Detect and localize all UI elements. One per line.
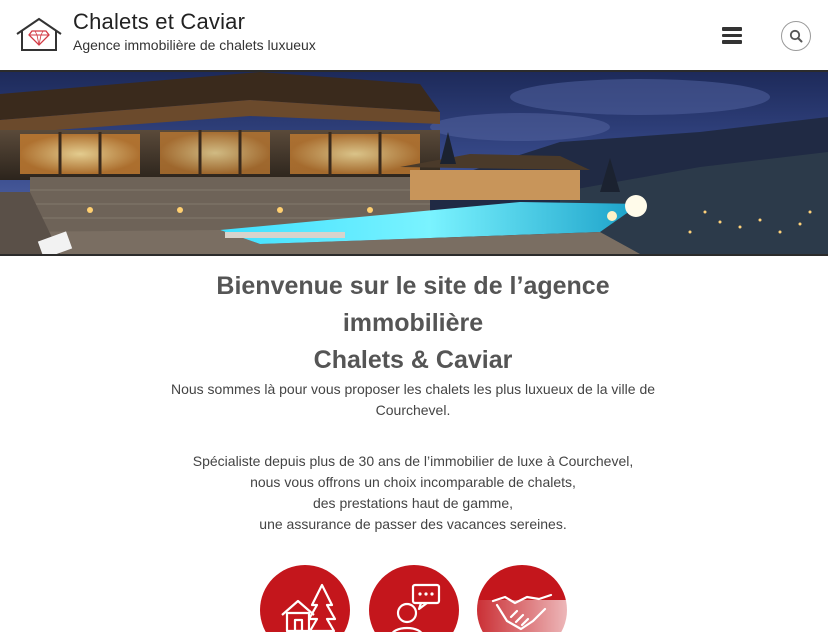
welcome-heading: Bienvenue sur le site de l’agence immobi… bbox=[150, 268, 676, 379]
scroll-fade-overlay bbox=[460, 600, 828, 632]
specialist-line: des prestations haut de gamme, bbox=[312, 495, 513, 511]
welcome-line: Bienvenue sur le site de l’agence bbox=[216, 272, 610, 300]
search-icon bbox=[789, 29, 803, 43]
house-diamond-icon[interactable] bbox=[15, 16, 63, 54]
welcome-line: immobilière bbox=[342, 309, 484, 337]
specialist-text: Spécialiste depuis plus de 30 ans de l’i… bbox=[130, 451, 696, 535]
hero-divider bbox=[0, 254, 828, 256]
feature-chalets-button[interactable] bbox=[260, 565, 350, 632]
site-tagline: Agence immobilière de chalets luxueux bbox=[73, 37, 316, 53]
hero-chalet-image bbox=[0, 72, 828, 254]
site-title[interactable]: Chalets et Caviar bbox=[73, 9, 245, 35]
person-chat-icon bbox=[391, 583, 441, 632]
specialist-line: Spécialiste depuis plus de 30 ans de l’i… bbox=[192, 453, 634, 469]
chalet-tree-icon bbox=[281, 583, 337, 632]
intro-text: Nous sommes là pour vous proposer les ch… bbox=[170, 381, 656, 418]
feature-advice-button[interactable] bbox=[369, 565, 459, 632]
hamburger-icon[interactable] bbox=[722, 27, 742, 45]
search-button[interactable] bbox=[781, 21, 811, 51]
specialist-line: nous vous offrons un choix incomparable … bbox=[250, 474, 576, 490]
welcome-line: Chalets & Caviar bbox=[313, 346, 513, 374]
site-header: Chalets et Caviar Agence immobilière de … bbox=[0, 0, 828, 72]
specialist-line: une assurance de passer des vacances ser… bbox=[259, 516, 567, 532]
